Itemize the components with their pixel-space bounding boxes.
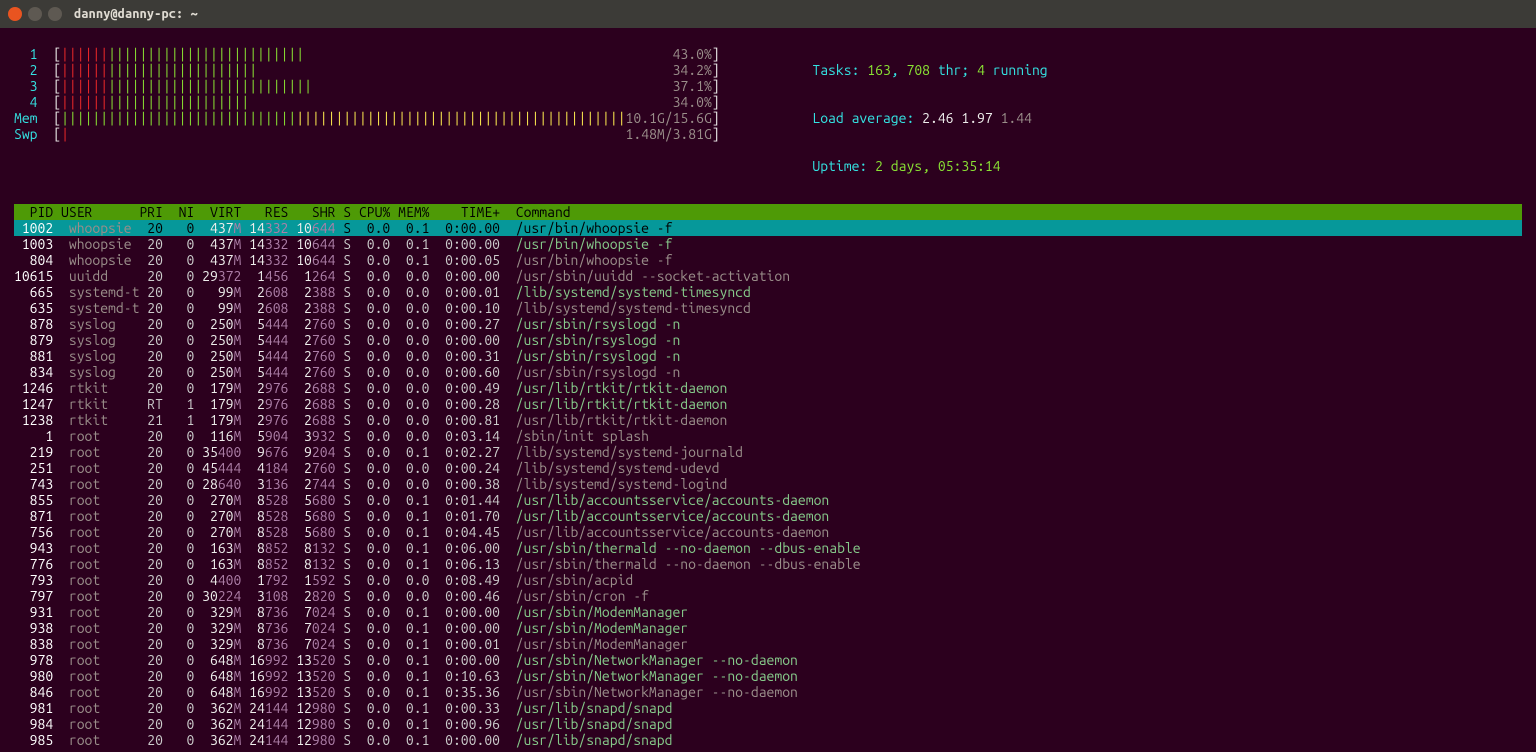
process-row[interactable]: 938 root 20 0 329M 8736 7024 S 0.0 0.1 0… [14,620,1522,636]
running-count: 4 [977,62,985,78]
process-table-body[interactable]: 1002 whoopsie 20 0 437M 14332 10644 S 0.… [14,220,1522,748]
terminal-output[interactable]: 1 [||||||||||||||||||||||||||||||| 43.0%… [0,28,1536,752]
window-titlebar: danny@danny-pc: ~ [0,0,1536,28]
thread-count: 708 [906,62,930,78]
process-row[interactable]: 878 syslog 20 0 250M 5444 2760 S 0.0 0.0… [14,316,1522,332]
process-row[interactable]: 1246 rtkit 20 0 179M 2976 2688 S 0.0 0.0… [14,380,1522,396]
process-row[interactable]: 879 syslog 20 0 250M 5444 2760 S 0.0 0.0… [14,332,1522,348]
process-row[interactable]: 219 root 20 0 35400 9676 9204 S 0.0 0.1 … [14,444,1522,460]
process-row[interactable]: 756 root 20 0 270M 8528 5680 S 0.0 0.1 0… [14,524,1522,540]
maximize-icon[interactable] [48,7,62,21]
process-row[interactable]: 1 root 20 0 116M 5904 3932 S 0.0 0.0 0:0… [14,428,1522,444]
process-row[interactable]: 10615 uuidd 20 0 29372 1456 1264 S 0.0 0… [14,268,1522,284]
process-row[interactable]: 980 root 20 0 648M 16992 13520 S 0.0 0.1… [14,668,1522,684]
process-row[interactable]: 834 syslog 20 0 250M 5444 2760 S 0.0 0.0… [14,364,1522,380]
load-1: 2.46 [922,110,953,126]
process-row[interactable]: 985 root 20 0 362M 24144 12980 S 0.0 0.1… [14,732,1522,748]
tasks-count: 163 [867,62,891,78]
process-row[interactable]: 797 root 20 0 30224 3108 2820 S 0.0 0.0 … [14,588,1522,604]
load-3: 1.44 [1001,110,1032,126]
process-table-header[interactable]: PID USER PRI NI VIRT RES SHR S CPU% MEM%… [14,204,1522,220]
process-row[interactable]: 776 root 20 0 163M 8852 8132 S 0.0 0.1 0… [14,556,1522,572]
summary-block: Tasks: 163, 708 thr; 4 running Load aver… [750,46,1048,190]
process-row[interactable]: 943 root 20 0 163M 8852 8132 S 0.0 0.1 0… [14,540,1522,556]
process-row[interactable]: 743 root 20 0 28640 3136 2744 S 0.0 0.0 … [14,476,1522,492]
close-icon[interactable] [8,7,22,21]
process-row[interactable]: 981 root 20 0 362M 24144 12980 S 0.0 0.1… [14,700,1522,716]
process-row[interactable]: 1247 rtkit RT 1 179M 2976 2688 S 0.0 0.0… [14,396,1522,412]
process-row[interactable]: 1238 rtkit 21 1 179M 2976 2688 S 0.0 0.0… [14,412,1522,428]
load-label: Load average: [812,110,922,126]
process-row[interactable]: 251 root 20 0 45444 4184 2760 S 0.0 0.0 … [14,460,1522,476]
minimize-icon[interactable] [28,7,42,21]
process-row[interactable]: 881 syslog 20 0 250M 5444 2760 S 0.0 0.0… [14,348,1522,364]
process-row[interactable]: 838 root 20 0 329M 8736 7024 S 0.0 0.1 0… [14,636,1522,652]
window-title: danny@danny-pc: ~ [74,7,198,21]
process-row[interactable]: 871 root 20 0 270M 8528 5680 S 0.0 0.1 0… [14,508,1522,524]
process-row[interactable]: 855 root 20 0 270M 8528 5680 S 0.0 0.1 0… [14,492,1522,508]
load-2: 1.97 [961,110,992,126]
uptime-label: Uptime: [812,158,875,174]
tasks-label: Tasks: [812,62,867,78]
process-row[interactable]: 804 whoopsie 20 0 437M 14332 10644 S 0.0… [14,252,1522,268]
process-row[interactable]: 978 root 20 0 648M 16992 13520 S 0.0 0.1… [14,652,1522,668]
process-row[interactable]: 984 root 20 0 362M 24144 12980 S 0.0 0.1… [14,716,1522,732]
process-row[interactable]: 1002 whoopsie 20 0 437M 14332 10644 S 0.… [14,220,1522,236]
process-row[interactable]: 665 systemd-t 20 0 99M 2608 2388 S 0.0 0… [14,284,1522,300]
meter-block-left: 1 [||||||||||||||||||||||||||||||| 43.0%… [14,46,720,190]
uptime-value: 2 days, 05:35:14 [875,158,1000,174]
process-row[interactable]: 931 root 20 0 329M 8736 7024 S 0.0 0.1 0… [14,604,1522,620]
process-row[interactable]: 635 systemd-t 20 0 99M 2608 2388 S 0.0 0… [14,300,1522,316]
process-row[interactable]: 1003 whoopsie 20 0 437M 14332 10644 S 0.… [14,236,1522,252]
process-row[interactable]: 793 root 20 0 4400 1792 1592 S 0.0 0.0 0… [14,572,1522,588]
process-row[interactable]: 846 root 20 0 648M 16992 13520 S 0.0 0.1… [14,684,1522,700]
